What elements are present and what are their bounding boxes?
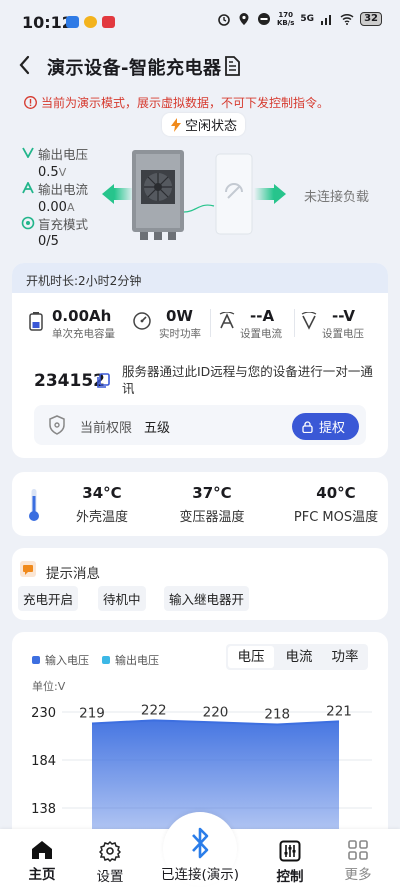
battery-indicator: 32 [360, 12, 382, 26]
app-notification-icon [66, 16, 79, 28]
signal-icon [321, 15, 332, 25]
device-state-badge: 空闲状态 [162, 113, 246, 136]
permission-box: 当前权限 五级 提权 [34, 405, 366, 445]
copy-icon[interactable] [96, 373, 110, 389]
gear-icon [99, 840, 121, 862]
permission-label: 当前权限 [80, 421, 133, 436]
pfc-temp-label: PFC MOS温度 [293, 510, 379, 525]
power-label: 实时功率 [159, 328, 201, 340]
y-tick-label: 184 [31, 754, 56, 769]
demo-notice: 当前为演示模式，展示虚拟数据，不可下发控制指令。 [24, 94, 329, 111]
chart-card: 输入电压 输出电压 电压 电流 功率 单位:V 230 184 138 219 222 2… [12, 632, 388, 842]
gauge-icon [133, 312, 151, 330]
pfc-temp-value: 40°C [316, 484, 356, 502]
chart-tabs: 电压 电流 功率 [226, 644, 368, 670]
net-speed: 170 KB/s [276, 11, 295, 27]
legend-input: 输入电压 [32, 652, 89, 668]
control-icon [279, 840, 301, 862]
shell-temp-value: 34°C [82, 484, 122, 502]
app-notification-icon [84, 16, 97, 28]
set-voltage-icon [301, 312, 317, 330]
nav-control[interactable]: 控制 [260, 840, 320, 885]
legend-swatch [32, 656, 40, 664]
transformer-temp-label: 变压器温度 [179, 510, 245, 525]
page-title: 演示设备-智能充电器 [47, 58, 222, 79]
data-label: 219 [79, 705, 105, 721]
runtime: 开机时长:2小时2分钟 [12, 263, 388, 293]
divider [210, 309, 211, 337]
data-label: 221 [326, 703, 352, 719]
message-icon [20, 561, 36, 577]
net-type: 5G [300, 14, 315, 24]
demo-notice-text: 当前为演示模式，展示虚拟数据，不可下发控制指令。 [41, 96, 330, 110]
warning-icon [24, 96, 37, 109]
status-indicators: 170 KB/s 5G 32 [217, 11, 382, 27]
data-label: 220 [203, 704, 229, 720]
document-icon[interactable] [222, 55, 242, 77]
lock-icon [302, 420, 313, 433]
bluetooth-icon [192, 827, 209, 859]
shield-icon [49, 415, 65, 435]
data-label: 222 [141, 702, 167, 718]
output-voltage-value: 0.5V [38, 165, 67, 180]
blind-charge-value: 0/5 [38, 234, 59, 249]
back-icon[interactable] [14, 52, 36, 78]
grid-icon [348, 840, 368, 860]
app-notification-icon [102, 16, 115, 28]
capacity-value: 0.00Ah [52, 307, 112, 325]
message-chip: 输入继电器开 [164, 586, 250, 611]
messages-title: 提示消息 [46, 566, 100, 582]
tab-voltage[interactable]: 电压 [228, 646, 274, 668]
blind-charge-icon [21, 216, 35, 230]
alarm-icon [218, 14, 230, 26]
device-info-card: 开机时长:2小时2分钟 0.00Ah 单次充电容量 0W 实时功率 --A 设置… [12, 263, 388, 458]
y-tick-label: 230 [31, 706, 56, 721]
nav-more[interactable]: 更多 [328, 840, 388, 883]
elevate-button[interactable]: 提权 [292, 413, 360, 440]
output-current-value: 0.00A [38, 200, 75, 215]
wifi-icon [340, 13, 354, 25]
data-label: 218 [264, 707, 290, 723]
nav-home[interactable]: 主页 [12, 840, 72, 883]
set-current-value: --A [250, 307, 275, 325]
server-note: 服务器通过此ID远程与您的设备进行一对一通讯 [122, 364, 373, 396]
y-tick-label: 138 [31, 802, 56, 817]
legend-output: 输出电压 [102, 652, 159, 668]
device-id: 234152 [34, 371, 105, 391]
nav-bluetooth[interactable]: 已连接(演示) [150, 826, 250, 883]
status-bar: 10:12 170 KB/s 5G 32 [0, 0, 400, 44]
tab-power[interactable]: 功率 [322, 644, 368, 670]
temperature-card: 34°C 外壳温度 37°C 变压器温度 40°C PFC MOS温度 [12, 472, 388, 536]
message-chip: 待机中 [98, 586, 146, 611]
charger-illustration [102, 150, 286, 240]
set-current-label: 设置电流 [240, 328, 282, 340]
capacity-label: 单次充电容量 [52, 328, 115, 340]
voltage-icon [22, 147, 34, 158]
set-voltage-label: 设置电压 [322, 328, 364, 340]
tab-current[interactable]: 电流 [276, 644, 322, 670]
location-icon [239, 13, 249, 25]
nav-settings[interactable]: 设置 [80, 840, 140, 885]
transformer-temp-value: 37°C [192, 484, 232, 502]
message-chip: 充电开启 [18, 586, 79, 611]
current-icon [22, 182, 34, 194]
divider [294, 309, 295, 337]
lightning-icon [171, 117, 181, 132]
power-value: 0W [166, 307, 193, 325]
dnd-icon [257, 13, 270, 25]
shell-temp-label: 外壳温度 [75, 510, 128, 525]
set-current-icon [219, 312, 235, 329]
load-status: 未连接负载 [304, 190, 370, 205]
messages-card: 提示消息 充电开启 待机中 输入继电器开 [12, 548, 388, 620]
thermometer-icon [29, 489, 39, 521]
set-voltage-value: --V [332, 307, 355, 325]
legend-swatch [102, 656, 110, 664]
home-icon [32, 841, 52, 859]
battery-capacity-icon [29, 312, 43, 331]
permission-level: 五级 [144, 421, 171, 436]
